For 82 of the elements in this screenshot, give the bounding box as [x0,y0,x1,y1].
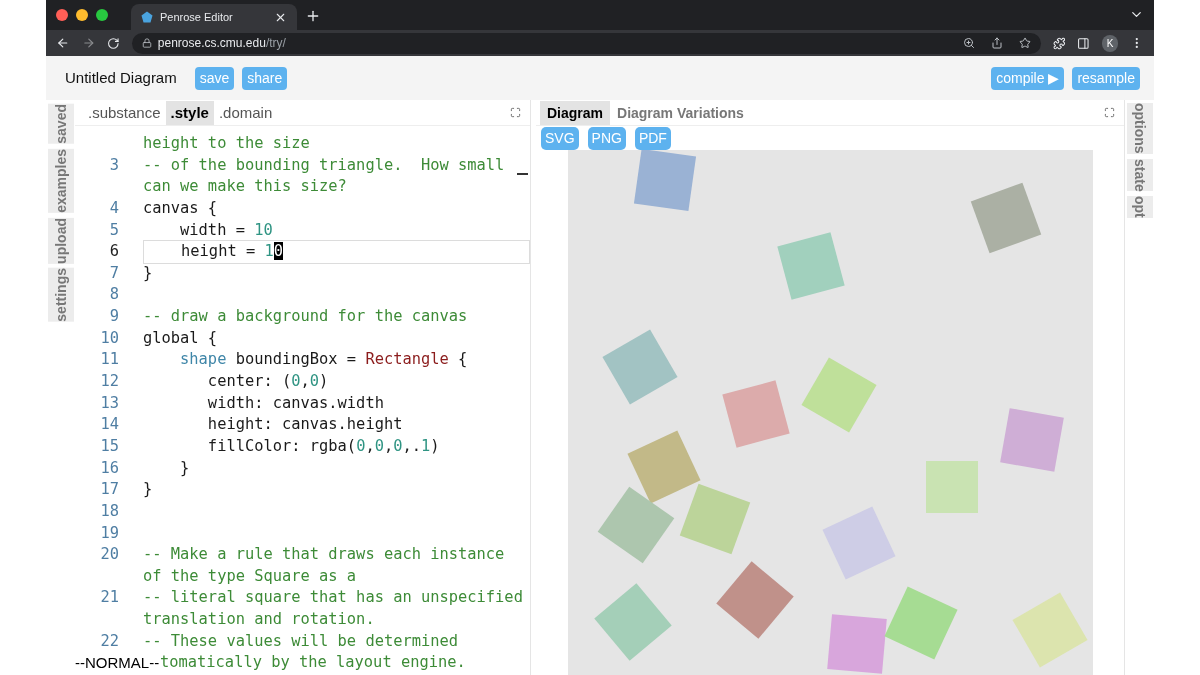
code-line: tomatically by the layout engine. [160,652,466,674]
code-line: height: canvas.height [206,414,403,436]
line-number: 8 [108,284,119,306]
export-button[interactable]: PNG [587,127,626,150]
header-button[interactable]: share [242,66,288,90]
diagram-title: Untitled Diagram [65,67,177,88]
pentagon-icon [141,11,153,23]
lock-icon [141,38,152,48]
code-line: -- of the bounding triangle. How small [143,154,505,176]
code-line: of the type Square as a [143,565,357,587]
share-icon[interactable] [990,37,1003,49]
side-tab[interactable]: examples [47,148,74,213]
line-number: 13 [99,392,119,414]
line-number: 11 [99,349,119,371]
side-tab[interactable]: saved [47,104,74,144]
line-number: 18 [99,500,119,522]
diagram-tab[interactable]: Diagram Variations [610,101,751,125]
new-tab-icon[interactable] [305,8,321,24]
header-button[interactable]: compile ▶ [991,66,1065,90]
code-line: shape boundingBox = Rectangle { [179,349,468,371]
export-button[interactable]: PDF [634,127,671,150]
line-number: 10 [99,327,119,349]
code-line: -- draw a background for the canvas [143,306,468,328]
line-number: 16 [99,457,119,479]
code-line: -- Make a rule that draws each instance [143,544,505,566]
code-line: } [143,262,153,284]
line-number: 12 [99,371,119,393]
address-field[interactable]: penrose.cs.cmu.edu/try/ [131,32,1041,54]
code-line: height to the size [143,133,310,154]
code-line: center: (0,0) [206,371,329,393]
forward-icon[interactable] [81,36,96,50]
line-number: 6 [108,241,119,263]
back-icon[interactable] [56,36,70,50]
sidebar-icon[interactable] [1077,36,1090,50]
profile-avatar[interactable]: K [1101,34,1119,52]
side-tab[interactable]: upload [47,217,74,264]
line-number: 19 [99,522,119,544]
vim-mode-label: --NORMAL-- [75,653,160,674]
line-number: 7 [108,262,119,284]
code-line: width: canvas.width [206,392,384,414]
url-path: /try/ [265,35,286,52]
scroll-indicator [517,173,528,175]
code-line: fillColor: rgba(0,0,0,.1) [206,435,440,457]
line-number: 20 [99,544,119,566]
header-button[interactable]: resample [1072,66,1140,90]
side-tab[interactable]: settings [47,268,74,323]
line-number: 17 [99,479,119,501]
code-line: translation and rotation. [143,609,375,631]
code-line: } [143,479,153,501]
reload-icon[interactable] [107,36,120,50]
tab-title: Penrose Editor [160,9,234,25]
expand-icon[interactable] [510,107,521,118]
header-button[interactable]: save [194,66,235,90]
expand-icon[interactable] [1104,107,1115,118]
editor-tab[interactable]: .substance [83,101,166,125]
side-tab[interactable]: options [1126,103,1153,154]
code-line: global { [143,327,218,349]
browser-tab[interactable]: Penrose Editor [131,4,297,30]
line-number: 22 [99,630,119,652]
line-number: 5 [108,219,119,241]
editor-tab[interactable]: .domain [213,101,278,125]
side-tab[interactable]: opt [1126,196,1153,218]
export-button[interactable]: SVG [541,127,579,150]
editor-tab[interactable]: .style [165,101,214,125]
code-line: } [179,457,190,479]
side-tab[interactable]: state [1126,158,1153,192]
code-line: can we make this size? [143,176,347,198]
zoom-icon[interactable] [962,37,975,49]
code-line: -- These values will be determined [143,630,459,652]
url-host: penrose.cs.cmu.edu [157,35,266,52]
line-number: 15 [99,435,119,457]
line-number: 14 [99,414,119,436]
line-number: 4 [108,197,119,219]
puzzle-icon[interactable] [1052,36,1066,50]
line-number: 9 [108,306,119,328]
code-line: canvas { [143,197,218,219]
diagram-tab[interactable]: Diagram [540,101,611,125]
code-line: width = 10 [179,219,273,241]
line-number: 3 [108,154,119,176]
star-icon[interactable] [1018,37,1031,49]
line-number: 21 [99,587,119,609]
code-line: -- literal square that has an unspecified [143,587,523,609]
